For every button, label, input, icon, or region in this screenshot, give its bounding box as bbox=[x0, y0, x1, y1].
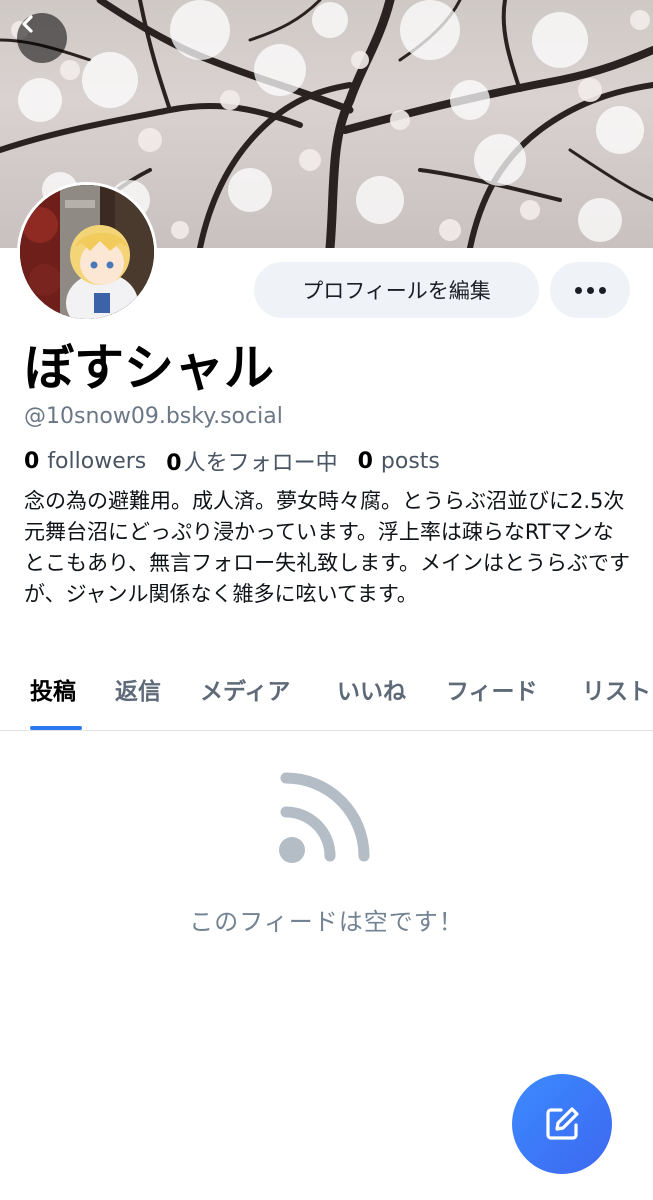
tab-likes[interactable]: いいね bbox=[337, 672, 406, 706]
handle: @10snow09.bsky.social bbox=[24, 404, 283, 429]
followers-count: 0 bbox=[24, 448, 40, 474]
profile-stats: 0 followers 0 人をフォロー中 0 posts bbox=[24, 445, 460, 477]
more-options-button[interactable] bbox=[550, 262, 630, 318]
posts-stat: 0 posts bbox=[358, 449, 440, 474]
tab-lists[interactable]: リスト bbox=[582, 672, 651, 706]
edit-profile-button[interactable]: プロフィールを編集 bbox=[254, 262, 539, 318]
avatar[interactable] bbox=[17, 182, 157, 322]
ellipsis-icon bbox=[572, 286, 608, 294]
following-label: 人をフォロー中 bbox=[183, 451, 338, 476]
tab-media[interactable]: メディア bbox=[200, 672, 290, 706]
profile-bio: 念の為の避難用。成人済。夢女時々腐。とうらぶ沼並びに2.5次元舞台沼にどっぷり浸… bbox=[24, 489, 631, 606]
edit-profile-label: プロフィールを編集 bbox=[302, 279, 491, 303]
chevron-left-icon bbox=[22, 15, 33, 33]
profile-tabs: 投稿 返信 メディア いいね フィード リスト bbox=[0, 660, 653, 731]
followers-label: followers bbox=[47, 448, 147, 474]
posts-count: 0 bbox=[357, 448, 373, 474]
active-tab-indicator bbox=[30, 726, 82, 730]
following-count: 0 bbox=[166, 451, 182, 476]
following-stat[interactable]: 0 人をフォロー中 bbox=[166, 445, 337, 477]
compose-icon bbox=[546, 1107, 579, 1140]
compose-button[interactable] bbox=[512, 1074, 612, 1174]
followers-stat[interactable]: 0 followers bbox=[24, 449, 146, 474]
display-name: ぼすシャル bbox=[24, 339, 274, 397]
avatar-image bbox=[20, 185, 154, 319]
tab-posts[interactable]: 投稿 bbox=[30, 672, 76, 706]
tab-feeds[interactable]: フィード bbox=[446, 672, 538, 706]
back-button[interactable] bbox=[17, 13, 67, 63]
posts-label: posts bbox=[380, 448, 440, 474]
empty-feed-message: このフィードは空です！ bbox=[189, 908, 464, 936]
tab-replies[interactable]: 返信 bbox=[115, 672, 161, 706]
rss-feed-icon bbox=[279, 772, 370, 863]
